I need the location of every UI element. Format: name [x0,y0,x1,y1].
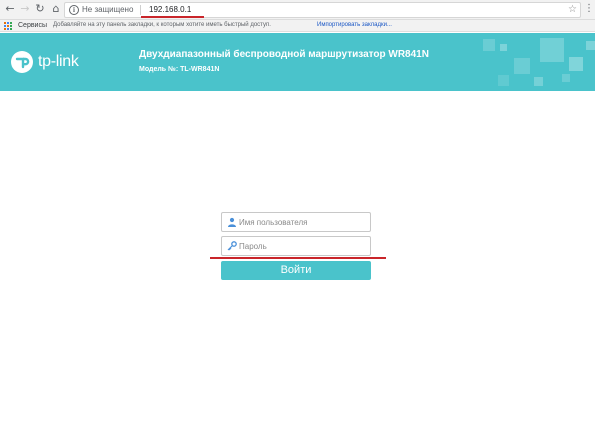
decor-square [586,41,595,50]
username-field[interactable] [221,212,371,232]
apps-grid-icon[interactable] [4,22,12,30]
security-status[interactable]: Не защищено [82,5,133,15]
model-number: Модель №: TL-WR841N [139,66,220,73]
username-input[interactable] [239,216,367,229]
browser-toolbar: ← → ↻ ⌂ i Не защищено 192.168.0.1 ☆ ⋮ [0,0,595,20]
router-header: tp-link Двухдиапазонный беспроводной мар… [0,33,595,91]
password-field[interactable] [221,236,371,256]
apps-link[interactable]: Сервисы [18,21,47,30]
key-icon [227,241,237,251]
decor-square [569,57,583,71]
address-separator [140,5,141,15]
import-bookmarks-link[interactable]: Импортировать закладки... [317,21,392,30]
bookmarks-hint: Добавляйте на эту панель закладки, к кот… [53,22,271,28]
decor-square [562,74,570,82]
tp-link-logo: tp-link [10,50,86,74]
url-highlight-underline [141,16,204,18]
info-icon[interactable]: i [69,5,79,15]
password-highlight-underline [210,257,386,259]
decor-square [534,77,543,86]
logo-text: tp-link [38,53,79,70]
product-title: Двухдиапазонный беспроводной маршрутизат… [139,49,429,60]
decor-square [498,75,509,86]
reload-icon[interactable]: ↻ [33,2,47,16]
forward-arrow-icon[interactable]: → [18,2,32,16]
user-icon [228,217,236,227]
decor-square [540,38,564,62]
tp-link-logo-icon [11,51,33,73]
decor-square [500,44,507,51]
login-button[interactable]: Войти [221,261,371,280]
kebab-menu-icon[interactable]: ⋮ [584,3,594,15]
decor-square [483,39,495,51]
url-text[interactable]: 192.168.0.1 [149,5,191,15]
bookmarks-bar: Сервисы Добавляйте на эту панель закладк… [0,20,595,32]
home-icon[interactable]: ⌂ [49,2,63,16]
star-icon[interactable]: ☆ [568,4,577,16]
back-arrow-icon[interactable]: ← [3,2,17,16]
decor-square [514,58,530,74]
password-input[interactable] [239,240,367,253]
